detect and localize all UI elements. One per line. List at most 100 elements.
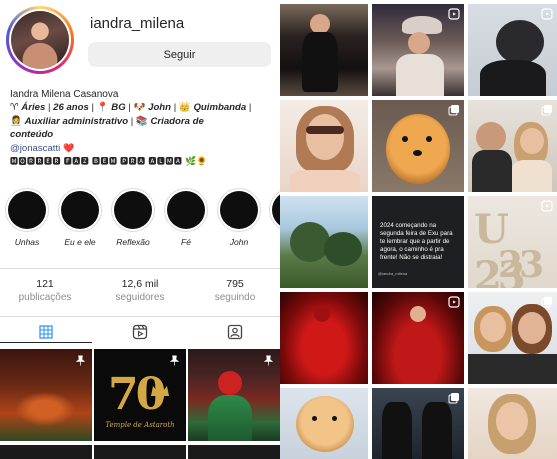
following-count: 795 [226,278,244,290]
post-tile[interactable] [372,100,464,192]
highlight-label: Unhas [14,237,40,247]
post-text: 2024 começando na segunda feira de Exu p… [380,222,453,261]
profile-bio: Iandra Milena Casanova ♈ Áries | 26 anos… [10,88,275,168]
grid-icon [39,325,53,339]
bio-pet: John [148,102,172,114]
posts-label: publicações [18,292,72,303]
bio-line-2: 👩‍💼 Auxiliar administrativo | 📚 Criadora… [10,115,275,128]
crown-icon [151,384,169,396]
post-tile[interactable] [280,4,368,96]
bio-sep: | [246,102,252,114]
post-tile[interactable]: U 23 23 [468,196,557,288]
highlight-fe[interactable]: Fé [163,188,209,247]
highlight-unhas[interactable]: Unhas [4,188,50,247]
highlight-circle [5,188,49,232]
highlight-circle [269,188,280,232]
pin-icon [75,355,86,366]
profile-username: iandra_milena [90,15,185,32]
post-tile[interactable] [94,445,186,459]
left-post-grid: 70 Temple de Astaroth [0,349,280,459]
divider [0,316,280,317]
bio-age: 26 anos [53,102,89,114]
highlight-label: Reflexão [116,237,150,247]
bio-role: Criadora de [150,115,204,127]
reels-icon [448,8,460,20]
avatar-photo [11,11,69,69]
tab-tagged[interactable] [223,322,247,342]
reels-icon [541,8,553,20]
post-tag: @iandra_milena [378,271,408,276]
highlight-circle [217,188,261,232]
posts-count: 121 [36,278,54,290]
tagged-icon [227,324,243,340]
post-tile[interactable] [468,100,557,192]
post-tile[interactable] [280,292,368,384]
highlight-eu-e-ele[interactable]: Eu e ele [57,188,103,247]
post-tile[interactable] [280,196,368,288]
follow-button[interactable]: Seguir [88,42,271,67]
bio-emoji: ♈ [10,102,22,114]
post-tile[interactable] [468,292,557,384]
followers-count: 12,6 mil [121,278,159,290]
highlight-john[interactable]: John [216,188,262,247]
avatar[interactable] [6,6,74,74]
bio-motto: 🅼🅾🆁🆁🅴🆁 🅵🅰🆉 🅱🅴🅼 🅿🆁🅰 🅰🅻🅼🅰 [10,157,183,167]
temple-caption: Temple de Astaroth [105,421,175,429]
carousel-icon [448,105,459,116]
post-tile[interactable] [280,388,368,459]
highlight-label: Fé [181,237,191,247]
stat-followers[interactable]: 12,6 mil seguidores [95,278,185,304]
bio-sep: | 🐶 [125,102,149,114]
bio-sep: | 👑 [171,102,194,114]
highlight-label: John [229,237,249,247]
highlight-reflexao[interactable]: Reflexão [110,188,156,247]
profile-panel: iandra_milena Seguir Iandra Milena Casan… [0,0,280,459]
post-tile[interactable] [372,388,464,459]
bio-line-1: ♈ Áries | 26 anos | 📍 BG | 🐶 John | 👑 Qu… [10,101,275,114]
stat-following[interactable]: 795 seguindo [190,278,280,304]
heart-icon: ❤️ [62,142,75,153]
bio-sign: Áries [21,102,46,114]
post-tile[interactable] [188,349,280,441]
stat-posts: 121 publicações [0,278,90,304]
carousel-icon [448,393,459,404]
mention-link[interactable]: @jonascatti [10,143,60,154]
reels-icon [132,324,148,340]
tab-reels[interactable] [128,322,152,342]
bio-sep: | [45,102,54,114]
following-label: seguindo [214,292,256,303]
post-tile[interactable] [280,100,368,192]
post-tile[interactable] [0,445,92,459]
bio-line-3: conteúdo [10,129,54,141]
bio-line-5: 🅼🅾🆁🆁🅴🆁 🅵🅰🆉 🅱🅴🅼 🅿🆁🅰 🅰🅻🅼🅰 🌿🌻 [10,155,275,168]
reels-icon [448,296,460,308]
bio-job: Auxiliar administrativo [24,115,129,127]
highlight-circle [58,188,102,232]
post-tile[interactable] [372,4,464,96]
followers-label: seguidores [115,292,165,303]
story-highlights: Unhas Eu e ele Reflexão Fé John [4,188,280,253]
pin-icon [169,355,180,366]
bio-religion: Quimbanda [193,102,247,114]
pin-icon [263,355,274,366]
highlight-circle [164,188,208,232]
full-name: Iandra Milena Casanova [10,89,119,100]
bio-location: BG [111,102,126,114]
highlight-more[interactable] [268,188,280,237]
post-tile[interactable]: 2024 começando na segunda feira de Exu p… [372,196,464,288]
highlight-label: Eu e ele [64,237,96,247]
post-tile[interactable]: 70 Temple de Astaroth [94,349,186,441]
bio-emoji: 👩‍💼 [10,115,25,127]
tab-posts[interactable] [34,322,58,342]
active-tab-indicator [0,342,92,343]
plant-icon: 🌿🌻 [185,156,208,167]
post-grid: 2024 começando na segunda feira de Exu p… [280,0,557,459]
post-tile[interactable] [188,445,280,459]
highlight-circle [111,188,155,232]
bio-sep: | 📚 [128,115,151,127]
post-tile[interactable] [468,4,557,96]
post-tile[interactable] [0,349,92,441]
post-tile[interactable] [372,292,464,384]
carousel-icon [541,105,552,116]
post-tile[interactable] [468,388,557,459]
